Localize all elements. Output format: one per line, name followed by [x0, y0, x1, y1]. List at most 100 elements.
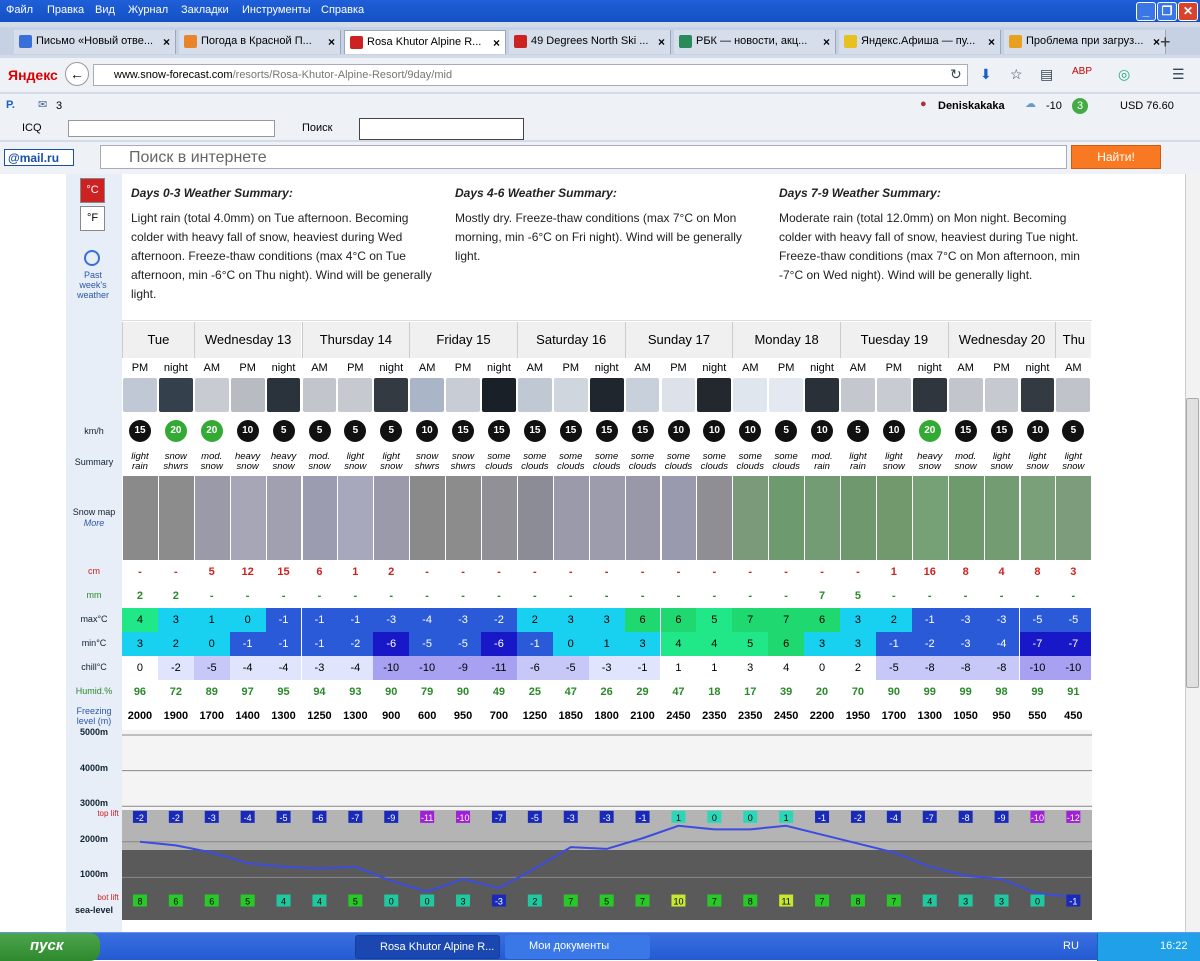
weather-summary: mod. snow — [954, 451, 977, 472]
snow-map-thumbnail[interactable] — [481, 476, 517, 560]
tab-close-icon[interactable]: × — [988, 35, 995, 49]
snow-map-thumbnail[interactable] — [373, 476, 410, 560]
tab-2[interactable]: Rosa Khutor Alpine R... × — [344, 30, 506, 54]
bookmark-icon[interactable]: P. — [6, 99, 15, 111]
menu-icon[interactable]: ☰ — [1172, 66, 1185, 83]
period-label: night — [917, 362, 942, 374]
tab-1[interactable]: Погода в Красной П... × — [179, 30, 341, 54]
icq-search-button[interactable]: Поиск — [302, 122, 332, 134]
icq-search-input[interactable] — [359, 118, 524, 140]
badge[interactable]: 3 — [1072, 98, 1088, 114]
download-icon[interactable]: ⬇ — [980, 66, 992, 83]
snow-map-thumbnail[interactable] — [516, 476, 553, 560]
past-weather-link[interactable]: Past week's weather — [72, 270, 114, 300]
mailru-search-button[interactable]: Найти! — [1071, 145, 1161, 169]
snow-map-thumbnail[interactable] — [804, 476, 840, 560]
humidity: 99 — [923, 686, 936, 698]
snow-map-thumbnail[interactable] — [122, 476, 158, 560]
bot-lift-temp: 11 — [781, 897, 790, 907]
tab-close-icon[interactable]: × — [823, 35, 830, 49]
adblock-icon[interactable]: ABP — [1072, 66, 1092, 77]
tab-close-icon[interactable]: × — [163, 35, 170, 49]
tab-3[interactable]: 49 Degrees North Ski ... × — [509, 30, 671, 54]
snow-map-thumbnail[interactable] — [265, 476, 302, 560]
tab-label: Rosa Khutor Alpine R... — [367, 36, 482, 48]
celsius-button[interactable]: °C — [80, 178, 105, 203]
snow-map-thumbnail[interactable] — [624, 476, 661, 560]
top-lift-temp: -6 — [315, 813, 323, 823]
minimize-button[interactable]: _ — [1136, 2, 1156, 21]
tab-close-icon[interactable]: × — [493, 36, 500, 50]
tab-4[interactable]: РБК — новости, акц... × — [674, 30, 836, 54]
snow-map-thumbnail[interactable] — [229, 476, 266, 560]
icq-label[interactable]: ICQ — [22, 122, 42, 134]
user-name[interactable]: Deniskakaka — [938, 100, 1005, 112]
menu-history[interactable]: Журнал — [128, 4, 168, 16]
tab-close-icon[interactable]: × — [658, 35, 665, 49]
snow-map-thumbnail[interactable] — [696, 476, 733, 560]
snow-map-thumbnail[interactable] — [409, 476, 446, 560]
rain-mm: - — [999, 590, 1004, 602]
reload-icon[interactable]: ↻ — [950, 66, 962, 83]
period-label: PM — [777, 362, 795, 374]
weather-icon — [374, 378, 409, 412]
snow-map-thumbnail[interactable] — [660, 476, 697, 560]
snow-map-thumbnail[interactable] — [552, 476, 589, 560]
fahrenheit-button[interactable]: °F — [80, 206, 105, 231]
tab-0[interactable]: Письмо «Новый отве... × — [14, 30, 176, 54]
tab-close-icon[interactable]: × — [1153, 35, 1160, 49]
snow-map-thumbnail[interactable] — [193, 476, 230, 560]
mail-icon[interactable]: ✉ — [38, 98, 47, 111]
task-documents[interactable]: Мои документы — [505, 935, 650, 959]
start-button[interactable]: пуск — [0, 933, 100, 961]
task-browser[interactable]: Rosa Khutor Alpine R... — [355, 935, 500, 959]
wind-speed: 5 — [1062, 420, 1085, 442]
snow-map-thumbnail[interactable] — [768, 476, 805, 560]
chill-c: 1 — [660, 656, 697, 680]
new-tab-button[interactable]: + — [1160, 32, 1171, 53]
library-icon[interactable]: ▤ — [1040, 66, 1053, 83]
snow-map-thumbnail[interactable] — [983, 476, 1020, 560]
url-field[interactable]: www.snow-forecast.com/resorts/Rosa-Khuto… — [93, 64, 968, 86]
snow-map-thumbnail[interactable] — [840, 476, 876, 560]
addon-icon[interactable]: ◎ — [1118, 66, 1130, 83]
menu-view[interactable]: Вид — [95, 4, 115, 16]
menu-edit[interactable]: Правка — [47, 4, 84, 16]
tab-6[interactable]: Проблема при загруз... × — [1004, 30, 1166, 54]
clock-icon[interactable] — [84, 250, 100, 266]
scrollbar-thumb[interactable] — [1186, 398, 1199, 688]
snow-map-thumbnail[interactable] — [588, 476, 625, 560]
snowmap-more-link[interactable]: More — [66, 518, 122, 528]
snow-cm: 4 — [998, 566, 1005, 578]
snow-map-thumbnail[interactable] — [337, 476, 374, 560]
menu-bookmarks[interactable]: Закладки — [181, 4, 229, 16]
snow-map-thumbnail[interactable] — [157, 476, 194, 560]
altitude-label: sea-level — [74, 905, 114, 915]
menu-tools[interactable]: Инструменты — [242, 4, 311, 16]
menu-file[interactable]: Файл — [6, 4, 33, 16]
star-icon[interactable]: ☆ — [1010, 66, 1023, 83]
tab-close-icon[interactable]: × — [328, 35, 335, 49]
snow-map-thumbnail[interactable] — [875, 476, 912, 560]
tab-5[interactable]: Яндекс.Афиша — пу... × — [839, 30, 1001, 54]
icq-select[interactable] — [68, 120, 275, 137]
snow-map-thumbnail[interactable] — [1055, 476, 1092, 560]
snow-map-thumbnail[interactable] — [911, 476, 948, 560]
mailru-logo[interactable]: @mail.ru — [4, 149, 74, 166]
snow-map-thumbnail[interactable] — [947, 476, 984, 560]
snow-map-thumbnail[interactable] — [301, 476, 338, 560]
close-window-button[interactable]: ✕ — [1178, 2, 1198, 21]
top-lift-temp: -5 — [531, 813, 539, 823]
wind-speed: 10 — [667, 420, 690, 442]
max-c: -5 — [1055, 608, 1092, 632]
snow-map-thumbnail[interactable] — [1019, 476, 1056, 560]
mailru-search-input[interactable]: Поиск в интернете — [100, 145, 1067, 169]
back-button[interactable]: ← — [65, 62, 89, 86]
menu-help[interactable]: Справка — [321, 4, 364, 16]
snow-map-thumbnail[interactable] — [445, 476, 481, 560]
maximize-button[interactable]: ❐ — [1157, 2, 1177, 21]
language-indicator[interactable]: RU — [1063, 940, 1079, 952]
snow-map-thumbnail[interactable] — [732, 476, 769, 560]
snow-cm: - — [497, 566, 501, 578]
period-label: PM — [239, 362, 256, 374]
